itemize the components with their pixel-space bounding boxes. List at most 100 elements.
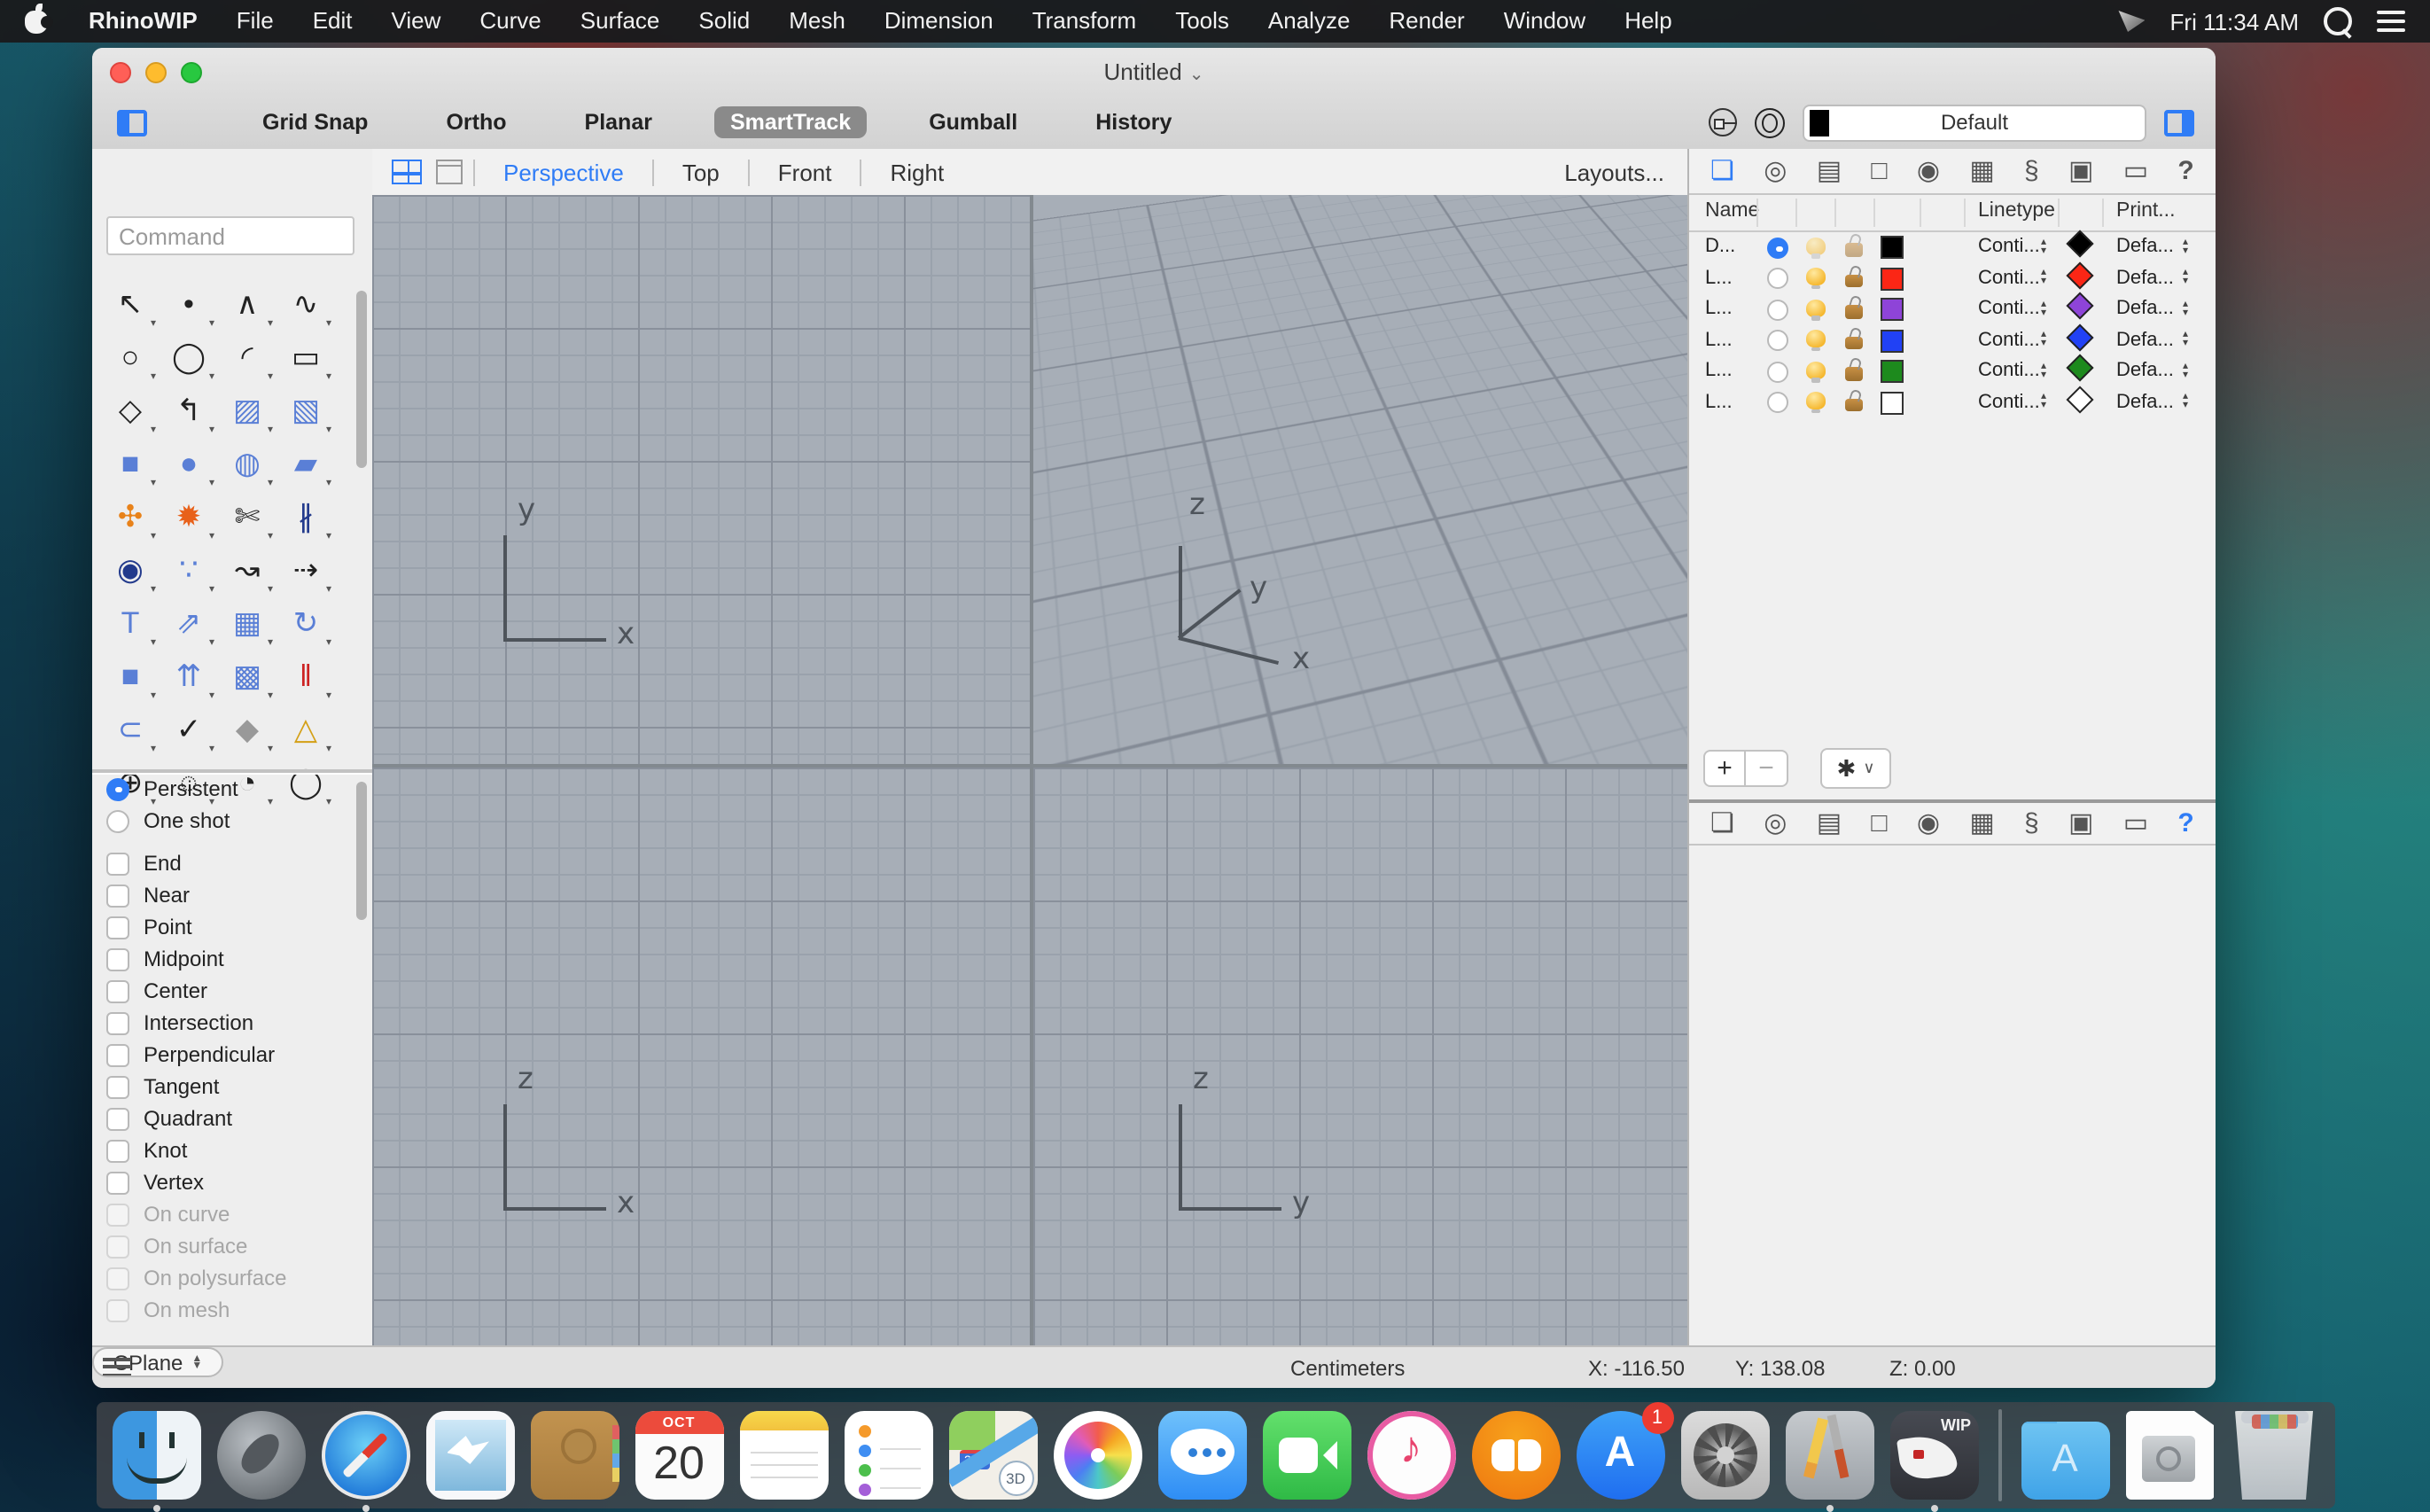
layer-row[interactable]: L... Conti... Defa... <box>1689 292 2216 325</box>
osnap-scrollbar[interactable] <box>356 782 367 920</box>
dock-item-ibooks[interactable] <box>1471 1411 1560 1500</box>
rhino-status-icon[interactable] <box>2118 11 2146 32</box>
linetype-stepper-icon[interactable] <box>2037 391 2051 414</box>
layer-current-radio[interactable] <box>1767 299 1788 320</box>
rectangle-tool[interactable]: ▭ <box>278 330 333 383</box>
display-icon[interactable]: ▭ <box>2123 158 2148 184</box>
osnap-checkbox-tangent[interactable]: Tangent <box>106 1071 372 1103</box>
curve-fillet-tool[interactable]: ↰ <box>161 383 216 436</box>
material-diamond-icon[interactable] <box>2066 230 2094 258</box>
linetype-stepper-icon[interactable] <box>2037 298 2051 321</box>
text-object-tool[interactable]: T <box>103 596 158 649</box>
command-input[interactable]: Command <box>106 216 354 255</box>
dock-item-toolbox[interactable] <box>1785 1411 1873 1512</box>
osnap-checkbox-intersection[interactable]: Intersection <box>106 1007 372 1039</box>
primitive-solids-tool[interactable]: ◆ <box>220 702 275 755</box>
material-diamond-icon[interactable] <box>2066 323 2094 351</box>
toggle-gumball[interactable]: Gumball <box>913 106 1033 139</box>
script-icon[interactable]: § <box>2024 810 2039 837</box>
layer-lock-icon[interactable] <box>1845 336 1863 349</box>
trim-tool[interactable]: ✄ <box>220 489 275 542</box>
layouts-button[interactable]: Layouts... <box>1564 159 1689 185</box>
osnap-checkbox-knot[interactable]: Knot <box>106 1134 372 1166</box>
close-button[interactable] <box>110 61 131 82</box>
mesh-icon[interactable]: ▦ <box>1969 158 1994 184</box>
script-icon[interactable]: § <box>2024 158 2039 184</box>
layer-row[interactable]: L... Conti... Defa... <box>1689 323 2216 356</box>
split-tool[interactable]: ∦ <box>278 489 333 542</box>
polygon-tool[interactable]: ◇ <box>103 383 158 436</box>
layer-visibility-bulb-icon[interactable] <box>1806 361 1826 382</box>
help-icon[interactable]: ? <box>2177 158 2193 184</box>
dock-item-maps[interactable]: 280 3D <box>948 1411 1037 1500</box>
layers-icon[interactable]: ❏ <box>1710 810 1734 837</box>
camera-icon[interactable]: ◉ <box>1917 810 1940 837</box>
dock-item-system-preferences[interactable] <box>1680 1411 1769 1500</box>
tool-palette-scrollbar[interactable] <box>356 291 367 468</box>
material-diamond-icon[interactable] <box>2066 385 2094 413</box>
rotate-tool[interactable]: ↻ <box>278 596 333 649</box>
menu-item-rhinowip[interactable]: RhinoWIP <box>69 0 217 43</box>
column-print[interactable]: Print... <box>2116 200 2175 222</box>
rectangular-array-tool[interactable]: ▩ <box>220 649 275 702</box>
properties-icon[interactable]: ◎ <box>1764 810 1787 837</box>
dock-item-launchpad[interactable] <box>216 1411 305 1500</box>
osnap-checkbox-point[interactable]: Point <box>106 911 372 943</box>
layer-current-radio[interactable] <box>1767 330 1788 351</box>
menu-item-curve[interactable]: Curve <box>460 0 560 43</box>
osnap-checkbox-vertex[interactable]: Vertex <box>106 1166 372 1198</box>
dock-item-contacts[interactable] <box>530 1411 619 1500</box>
layer-color-swatch[interactable] <box>1881 236 1904 259</box>
toggle-smarttrack[interactable]: SmartTrack <box>713 105 868 139</box>
print-stepper-icon[interactable] <box>2178 329 2192 352</box>
dock-item-itunes[interactable] <box>1367 1411 1455 1500</box>
help-icon[interactable]: ? <box>2177 810 2193 837</box>
viewport-tab-front[interactable]: Front <box>747 159 861 185</box>
layer-options-button[interactable]: ✱ ∨ <box>1820 748 1891 789</box>
dock-item-app-store[interactable]: A1 <box>1576 1402 1673 1500</box>
menu-item-render[interactable]: Render <box>1369 0 1484 43</box>
layer-visibility-bulb-icon[interactable] <box>1806 392 1826 413</box>
frame-icon[interactable]: ▣ <box>2068 810 2093 837</box>
viewport-right[interactable]: z y <box>1033 768 1689 1347</box>
material-diamond-icon[interactable] <box>2066 261 2094 289</box>
menu-clock[interactable]: Fri 11:34 AM <box>2170 8 2299 35</box>
record-history-icon[interactable] <box>1709 108 1737 136</box>
left-sidebar-toggle-icon[interactable] <box>117 109 147 136</box>
menu-item-solid[interactable]: Solid <box>679 0 769 43</box>
spotlight-search-icon[interactable] <box>2324 7 2352 35</box>
solid-tools-tool[interactable]: ■ <box>103 649 158 702</box>
dock-item-notes[interactable] <box>739 1411 828 1500</box>
menu-item-surface[interactable]: Surface <box>561 0 680 43</box>
layer-visibility-bulb-icon[interactable] <box>1806 268 1826 289</box>
properties-icon[interactable]: ◎ <box>1764 158 1787 184</box>
menu-item-view[interactable]: View <box>372 0 461 43</box>
notes-icon[interactable]: ▤ <box>1817 810 1842 837</box>
layer-current-radio[interactable] <box>1767 361 1788 382</box>
layer-lock-icon[interactable] <box>1845 398 1863 411</box>
linetype-stepper-icon[interactable] <box>2037 329 2051 352</box>
add-layer-button[interactable]: + <box>1703 750 1746 787</box>
toggle-planar[interactable]: Planar <box>569 106 668 139</box>
hamburger-menu-icon[interactable] <box>103 1358 131 1376</box>
viewport-top[interactable]: y x <box>372 195 1030 764</box>
window-title[interactable]: Untitled <box>1104 58 1204 85</box>
right-sidebar-toggle-icon[interactable] <box>2164 109 2194 136</box>
viewport-front[interactable]: z x <box>372 768 1030 1347</box>
osnap-radio-one-shot[interactable]: One shot <box>106 805 372 837</box>
viewport-perspective[interactable]: z y x <box>1033 195 1689 764</box>
layer-row[interactable]: L... Conti... Defa... <box>1689 261 2216 294</box>
title-bar[interactable]: Untitled <box>92 48 2216 97</box>
material-diamond-icon[interactable] <box>2066 354 2094 382</box>
layer-color-swatch[interactable] <box>1881 298 1904 321</box>
current-layer-selector[interactable]: Default <box>1803 104 2146 141</box>
layer-color-swatch[interactable] <box>1881 267 1904 290</box>
box-icon[interactable]: □ <box>1871 810 1887 837</box>
dock-item-photos[interactable] <box>1053 1411 1141 1500</box>
layer-row[interactable]: L... Conti... Defa... <box>1689 354 2216 387</box>
print-stepper-icon[interactable] <box>2178 360 2192 383</box>
frame-icon[interactable]: ▣ <box>2068 158 2093 184</box>
menu-item-tools[interactable]: Tools <box>1156 0 1249 43</box>
toggle-history[interactable]: History <box>1079 106 1188 139</box>
menu-item-edit[interactable]: Edit <box>293 0 372 43</box>
